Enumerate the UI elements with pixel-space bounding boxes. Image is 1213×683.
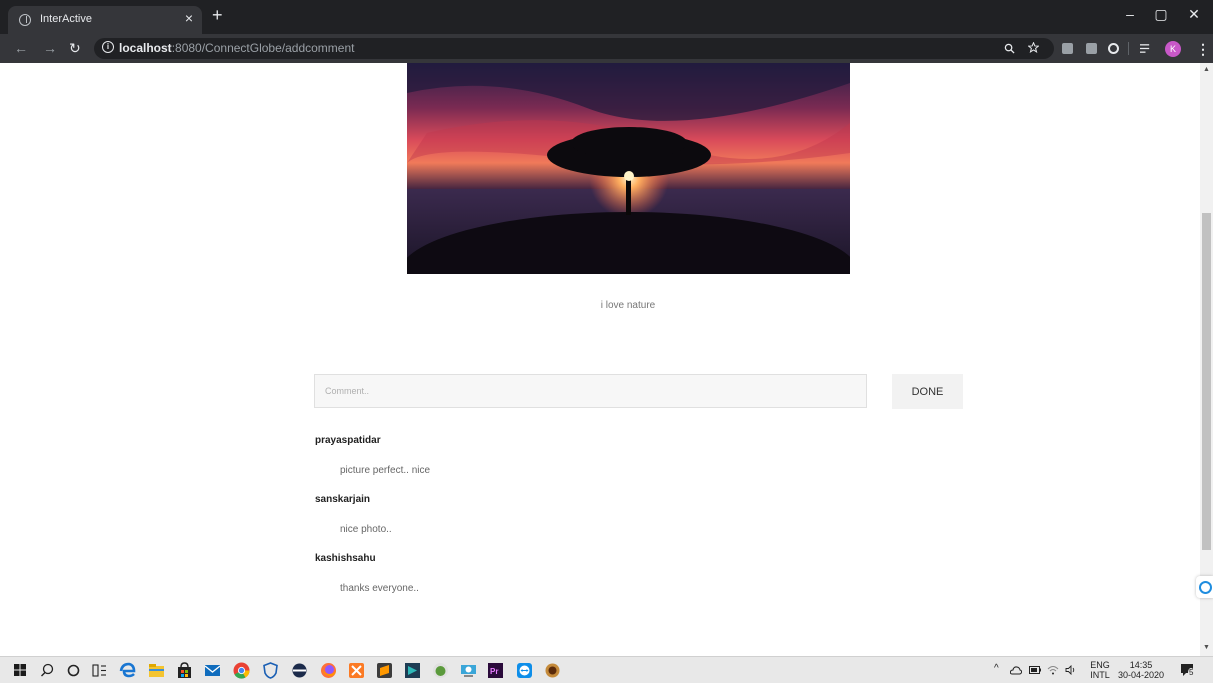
sublime-icon[interactable] xyxy=(376,662,393,679)
comment-input[interactable] xyxy=(314,374,867,408)
firefox-icon[interactable] xyxy=(320,662,337,679)
show-hidden-icons-icon[interactable]: ^ xyxy=(994,664,999,674)
minimize-button[interactable]: – xyxy=(1118,6,1142,22)
onedrive-icon[interactable] xyxy=(1010,665,1022,675)
app-shield-icon[interactable] xyxy=(262,662,279,679)
windows-taskbar: Pr ^ ENG INTL 14:35 30-04-2020 5 xyxy=(0,656,1213,683)
page-content: i love nature DONE prayaspatidar picture… xyxy=(0,63,1200,656)
page-scrollbar[interactable]: ▲ ▼ xyxy=(1200,63,1213,656)
battery-icon[interactable] xyxy=(1029,666,1041,674)
task-view-icon[interactable] xyxy=(91,662,108,679)
browser-tab-strip: InterActive × + – ▢ ✕ xyxy=(0,0,1213,34)
clock-time: 14:35 xyxy=(1129,660,1153,670)
notification-center-icon[interactable]: 5 xyxy=(1180,663,1195,677)
windows-start-icon[interactable] xyxy=(14,664,26,676)
file-explorer-icon[interactable] xyxy=(148,662,165,679)
scroll-down-arrow-icon[interactable]: ▼ xyxy=(1200,644,1213,651)
app-circle-icon[interactable] xyxy=(291,662,308,679)
scrollbar-thumb[interactable] xyxy=(1202,213,1211,550)
done-button[interactable]: DONE xyxy=(892,374,963,409)
url-host: localhost xyxy=(119,41,172,55)
chrome-icon[interactable] xyxy=(233,662,250,679)
browser-tab[interactable]: InterActive × xyxy=(8,6,202,34)
comment-text: thanks everyone.. xyxy=(340,583,419,594)
post-photo xyxy=(407,63,850,274)
info-icon[interactable]: i xyxy=(102,41,114,53)
globe-icon xyxy=(19,14,31,26)
cortana-icon[interactable] xyxy=(65,662,82,679)
menu-dots-icon[interactable]: ⋮ xyxy=(1196,41,1210,57)
svg-text:Pr: Pr xyxy=(490,667,498,676)
tab-close-button[interactable]: × xyxy=(185,10,193,26)
xampp-icon[interactable] xyxy=(348,662,365,679)
comment-username: prayaspatidar xyxy=(315,435,381,446)
teamviewer-icon[interactable] xyxy=(516,662,533,679)
volume-icon[interactable] xyxy=(1065,665,1077,675)
reload-icon[interactable]: ↻ xyxy=(69,40,81,56)
teamviewer-widget-icon[interactable] xyxy=(1196,576,1213,598)
clock[interactable]: 14:35 30-04-2020 xyxy=(1117,660,1165,680)
extension-record-icon[interactable] xyxy=(1108,43,1119,54)
profile-avatar[interactable]: K xyxy=(1165,41,1181,57)
mail-icon[interactable] xyxy=(204,662,221,679)
premiere-icon[interactable]: Pr xyxy=(487,662,504,679)
app-bracket-icon[interactable] xyxy=(404,662,421,679)
comment-username: kashishsahu xyxy=(315,553,376,564)
clock-date: 30-04-2020 xyxy=(1117,670,1165,680)
app-emblem-icon[interactable] xyxy=(544,662,561,679)
extension-icon[interactable] xyxy=(1062,43,1073,54)
store-icon[interactable] xyxy=(176,662,193,679)
keyboard-layout: INTL xyxy=(1090,670,1110,680)
toolbar-divider xyxy=(1128,42,1129,55)
url-path: :8080/ConnectGlobe/addcomment xyxy=(171,41,355,55)
media-queue-icon[interactable] xyxy=(1140,43,1151,54)
edge-icon[interactable] xyxy=(119,662,136,679)
post-caption: i love nature xyxy=(600,300,656,311)
app-camera-icon[interactable] xyxy=(460,662,477,679)
address-bar[interactable]: i localhost:8080/ConnectGlobe/addcomment xyxy=(94,38,1054,59)
comment-text: picture perfect.. nice xyxy=(340,465,431,476)
url-text[interactable]: localhost:8080/ConnectGlobe/addcomment xyxy=(119,41,354,55)
bookmark-star-icon[interactable] xyxy=(1028,42,1039,53)
browser-toolbar: ← → ↻ i localhost:8080/ConnectGlobe/addc… xyxy=(0,34,1213,63)
extension-icon[interactable] xyxy=(1086,43,1097,54)
app-android-icon[interactable] xyxy=(432,662,449,679)
comment-username: sanskarjain xyxy=(315,494,371,505)
comment-text: nice photo.. xyxy=(340,524,392,535)
language-code: ENG xyxy=(1090,660,1110,670)
tab-title: InterActive xyxy=(40,13,92,25)
scroll-up-arrow-icon[interactable]: ▲ xyxy=(1200,66,1213,73)
forward-arrow-icon[interactable]: → xyxy=(43,40,57,56)
close-window-button[interactable]: ✕ xyxy=(1182,6,1206,22)
wifi-icon[interactable] xyxy=(1047,665,1059,675)
language-indicator[interactable]: ENG INTL xyxy=(1087,660,1113,680)
new-tab-button[interactable]: + xyxy=(212,5,223,25)
maximize-button[interactable]: ▢ xyxy=(1149,6,1173,22)
back-arrow-icon[interactable]: ← xyxy=(14,40,28,56)
zoom-icon[interactable] xyxy=(1004,43,1015,54)
search-icon[interactable] xyxy=(39,662,56,679)
